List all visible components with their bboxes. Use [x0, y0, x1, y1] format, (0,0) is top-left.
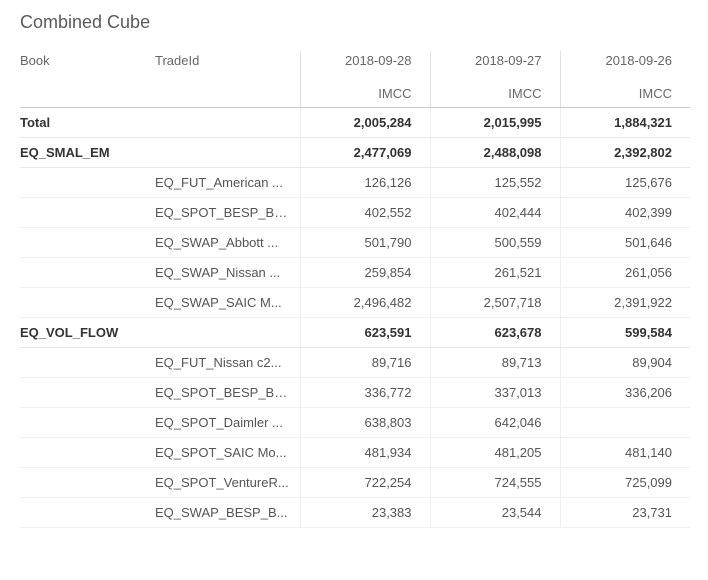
table-row[interactable]: EQ_SPOT_Daimler ...638,803642,046	[20, 408, 690, 438]
book-empty	[20, 348, 155, 378]
cell-value: 402,552	[300, 198, 430, 228]
tradeid-label: EQ_SWAP_SAIC M...	[155, 288, 300, 318]
book-empty	[20, 438, 155, 468]
cell-value: 642,046	[430, 408, 560, 438]
subtotal-value: 2,392,802	[560, 138, 690, 168]
tradeid-label: EQ_FUT_Nissan c2...	[155, 348, 300, 378]
col-header-measure-0[interactable]: IMCC	[300, 74, 430, 108]
cell-value: 481,205	[430, 438, 560, 468]
tradeid-label: EQ_SPOT_VentureR...	[155, 468, 300, 498]
book-empty	[20, 408, 155, 438]
cell-value: 23,544	[430, 498, 560, 528]
tradeid-label: EQ_SPOT_Daimler ...	[155, 408, 300, 438]
total-label: Total	[20, 108, 300, 138]
cell-value: 481,140	[560, 438, 690, 468]
table-row[interactable]: EQ_FUT_American ...126,126125,552125,676	[20, 168, 690, 198]
tradeid-label: EQ_SWAP_BESP_B...	[155, 498, 300, 528]
book-empty	[20, 498, 155, 528]
cell-value: 501,790	[300, 228, 430, 258]
table-row[interactable]: EQ_SWAP_BESP_B...23,38323,54423,731	[20, 498, 690, 528]
cell-value: 89,713	[430, 348, 560, 378]
subtotal-value: 623,591	[300, 318, 430, 348]
cell-value: 126,126	[300, 168, 430, 198]
table-row[interactable]: EQ_SPOT_BESP_BA...336,772337,013336,206	[20, 378, 690, 408]
tradeid-label: EQ_FUT_American ...	[155, 168, 300, 198]
cell-value: 259,854	[300, 258, 430, 288]
subtotal-value: 2,477,069	[300, 138, 430, 168]
book-label: EQ_SMAL_EM	[20, 138, 300, 168]
cell-value: 336,772	[300, 378, 430, 408]
cell-value: 500,559	[430, 228, 560, 258]
cell-value: 2,496,482	[300, 288, 430, 318]
table-row[interactable]: Total2,005,2842,015,9951,884,321	[20, 108, 690, 138]
cell-value: 125,676	[560, 168, 690, 198]
cell-value: 2,391,922	[560, 288, 690, 318]
total-value: 2,015,995	[430, 108, 560, 138]
col-header-measure-1[interactable]: IMCC	[430, 74, 560, 108]
cube-title: Combined Cube	[20, 12, 688, 33]
cell-value	[560, 408, 690, 438]
cell-value: 725,099	[560, 468, 690, 498]
cell-value: 23,383	[300, 498, 430, 528]
pivot-table: Book TradeId 2018-09-28 2018-09-27 2018-…	[20, 51, 690, 528]
tradeid-label: EQ_SWAP_Abbott ...	[155, 228, 300, 258]
cell-value: 402,444	[430, 198, 560, 228]
cell-value: 722,254	[300, 468, 430, 498]
cell-value: 337,013	[430, 378, 560, 408]
subtotal-value: 599,584	[560, 318, 690, 348]
total-value: 1,884,321	[560, 108, 690, 138]
table-row[interactable]: EQ_FUT_Nissan c2...89,71689,71389,904	[20, 348, 690, 378]
col-header-date-1[interactable]: 2018-09-27	[430, 51, 560, 74]
cell-value: 724,555	[430, 468, 560, 498]
table-row[interactable]: EQ_SWAP_SAIC M...2,496,4822,507,7182,391…	[20, 288, 690, 318]
cell-value: 89,716	[300, 348, 430, 378]
cell-value: 23,731	[560, 498, 690, 528]
book-empty	[20, 228, 155, 258]
tradeid-label: EQ_SPOT_SAIC Mo...	[155, 438, 300, 468]
col-header-measure-2[interactable]: IMCC	[560, 74, 690, 108]
col-header-book[interactable]: Book	[20, 51, 155, 74]
book-empty	[20, 378, 155, 408]
book-empty	[20, 288, 155, 318]
book-empty	[20, 198, 155, 228]
cell-value: 336,206	[560, 378, 690, 408]
total-value: 2,005,284	[300, 108, 430, 138]
book-empty	[20, 468, 155, 498]
table-row[interactable]: EQ_VOL_FLOW623,591623,678599,584	[20, 318, 690, 348]
book-empty	[20, 168, 155, 198]
cell-value: 501,646	[560, 228, 690, 258]
tradeid-label: EQ_SWAP_Nissan ...	[155, 258, 300, 288]
col-header-date-2[interactable]: 2018-09-26	[560, 51, 690, 74]
table-row[interactable]: EQ_SMAL_EM2,477,0692,488,0982,392,802	[20, 138, 690, 168]
table-row[interactable]: EQ_SPOT_VentureR...722,254724,555725,099	[20, 468, 690, 498]
tradeid-label: EQ_SPOT_BESP_BA...	[155, 378, 300, 408]
subtotal-value: 623,678	[430, 318, 560, 348]
table-row[interactable]: EQ_SPOT_BESP_BA...402,552402,444402,399	[20, 198, 690, 228]
book-empty	[20, 258, 155, 288]
subtotal-value: 2,488,098	[430, 138, 560, 168]
table-row[interactable]: EQ_SWAP_Abbott ...501,790500,559501,646	[20, 228, 690, 258]
cell-value: 261,521	[430, 258, 560, 288]
table-row[interactable]: EQ_SPOT_SAIC Mo...481,934481,205481,140	[20, 438, 690, 468]
cell-value: 402,399	[560, 198, 690, 228]
cell-value: 89,904	[560, 348, 690, 378]
book-label: EQ_VOL_FLOW	[20, 318, 300, 348]
col-header-tradeid[interactable]: TradeId	[155, 51, 300, 74]
cell-value: 125,552	[430, 168, 560, 198]
cell-value: 2,507,718	[430, 288, 560, 318]
col-header-date-0[interactable]: 2018-09-28	[300, 51, 430, 74]
cell-value: 481,934	[300, 438, 430, 468]
cell-value: 638,803	[300, 408, 430, 438]
tradeid-label: EQ_SPOT_BESP_BA...	[155, 198, 300, 228]
cell-value: 261,056	[560, 258, 690, 288]
table-row[interactable]: EQ_SWAP_Nissan ...259,854261,521261,056	[20, 258, 690, 288]
